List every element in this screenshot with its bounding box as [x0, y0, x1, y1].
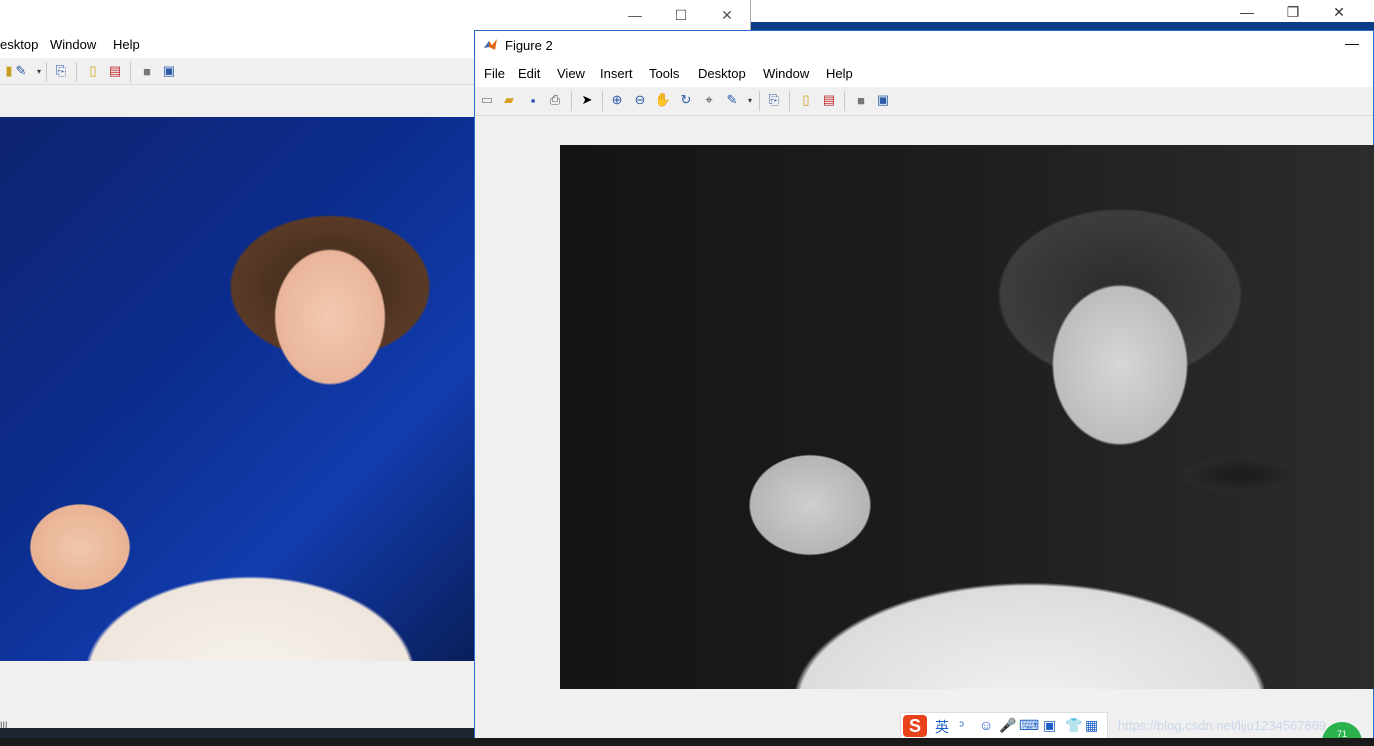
menu-window[interactable]: Window: [763, 66, 809, 81]
brush-icon[interactable]: ✎: [723, 91, 741, 109]
colorbar-icon[interactable]: ▯: [84, 62, 102, 80]
legend-icon[interactable]: ▤: [106, 62, 124, 80]
ime-punctuation-icon[interactable]: ᵓ: [959, 717, 964, 733]
menu-file[interactable]: File: [484, 66, 505, 81]
figure2-window: Figure 2 — File Edit View Insert Tools D…: [474, 30, 1374, 746]
figure2-toolbar: ▭ ▰ ▪ ⎙ ➤ ⊕ ⊖ ✋ ↻ ⌖ ✎ ▾ ⎘ ▯ ▤ ■ ▣: [475, 87, 1373, 116]
toolbar-separator: [789, 91, 790, 111]
toolbar-separator: [759, 91, 760, 111]
figure1-minimize-button[interactable]: —: [612, 4, 658, 26]
ime-menu-icon[interactable]: ▦: [1085, 717, 1098, 734]
figure1-menu-window[interactable]: Window: [50, 37, 96, 52]
figure1-image-color: [0, 117, 474, 661]
figure1-titlebar: — ☐ ✕: [0, 0, 750, 30]
ime-skin-icon[interactable]: 👕: [1065, 717, 1082, 734]
zoom-in-icon[interactable]: ⊕: [608, 91, 626, 109]
link-plot-icon[interactable]: ⎘: [52, 62, 70, 80]
figure1-menu-desktop[interactable]: esktop: [0, 37, 38, 52]
watermark-url: https://blog.csdn.net/liju1234567869: [1118, 718, 1327, 733]
ime-voice-icon[interactable]: 🎤: [999, 717, 1016, 734]
taskbar: [0, 738, 1374, 746]
ime-toolbox-icon[interactable]: ▣: [1043, 717, 1056, 734]
new-figure-icon[interactable]: ▭: [478, 91, 496, 109]
rotate-3d-icon[interactable]: ↻: [677, 91, 695, 109]
figure1-scroll-indicator: III: [0, 720, 8, 730]
pan-hand-icon[interactable]: ✋: [654, 91, 672, 109]
bg-close-button[interactable]: ✕: [1316, 2, 1362, 22]
ime-toolbar: S 英 ᵓ ☺ 🎤 ⌨ ▣ 👕 ▦: [900, 712, 1108, 740]
toolbar-separator: [571, 91, 572, 111]
show-plot-tools-icon[interactable]: ▣: [160, 62, 178, 80]
toolbar-separator: [76, 62, 77, 82]
save-icon[interactable]: ▪: [524, 91, 542, 109]
legend-icon[interactable]: ▤: [820, 91, 838, 109]
figure1-maximize-button[interactable]: ☐: [658, 4, 704, 26]
figure2-title: Figure 2: [505, 38, 553, 53]
figure1-close-button[interactable]: ✕: [704, 4, 750, 26]
menu-desktop[interactable]: Desktop: [698, 66, 746, 81]
figure2-titlebar: Figure 2 —: [475, 31, 1373, 59]
toolbar-separator: [130, 62, 131, 82]
open-file-icon[interactable]: ▰: [500, 91, 518, 109]
figure1-menu-help[interactable]: Help: [113, 37, 140, 52]
menu-edit[interactable]: Edit: [518, 66, 540, 81]
figure2-minimize-button[interactable]: —: [1345, 35, 1359, 51]
menu-help[interactable]: Help: [826, 66, 853, 81]
zoom-out-icon[interactable]: ⊖: [631, 91, 649, 109]
matlab-logo-icon: [484, 39, 497, 50]
sogou-logo-icon[interactable]: S: [903, 715, 927, 737]
figure2-menubar: File Edit View Insert Tools Desktop Wind…: [475, 59, 1373, 87]
figure2-image-grayscale: [560, 145, 1374, 689]
toolbar-separator: [844, 91, 845, 111]
ime-keyboard-icon[interactable]: ⌨: [1019, 717, 1039, 734]
hide-plot-tools-icon[interactable]: ■: [138, 62, 156, 80]
print-icon[interactable]: ⎙: [546, 91, 564, 109]
brush-icon[interactable]: ✎: [12, 62, 30, 80]
toolbar-separator: [46, 62, 47, 82]
menu-insert[interactable]: Insert: [600, 66, 633, 81]
bg-restore-button[interactable]: ❐: [1270, 2, 1316, 22]
menu-view[interactable]: View: [557, 66, 585, 81]
menu-tools[interactable]: Tools: [649, 66, 679, 81]
bg-window-strip: [750, 22, 1374, 30]
edit-plot-cursor-icon[interactable]: ➤: [578, 91, 596, 109]
toolbar-separator: [602, 91, 603, 111]
colorbar-icon[interactable]: ▯: [797, 91, 815, 109]
ime-emoji-icon[interactable]: ☺: [979, 717, 993, 733]
ime-language-toggle[interactable]: 英: [935, 717, 949, 737]
hide-plot-tools-icon[interactable]: ■: [852, 91, 870, 109]
brush-dropdown-icon[interactable]: ▾: [741, 91, 759, 109]
bg-minimize-button[interactable]: —: [1224, 2, 1270, 22]
link-plot-icon[interactable]: ⎘: [765, 91, 783, 109]
data-cursor-icon[interactable]: ⌖: [700, 91, 718, 109]
show-plot-tools-icon[interactable]: ▣: [874, 91, 892, 109]
